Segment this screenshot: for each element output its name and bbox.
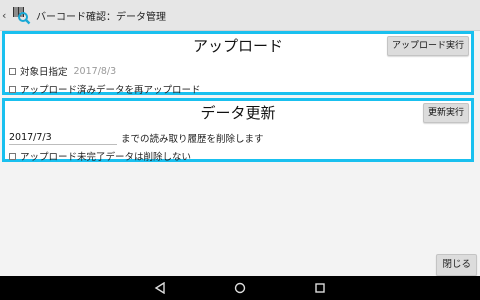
delete-history-text: までの読み取り履歴を削除します (121, 134, 264, 145)
system-nav-bar (0, 276, 480, 300)
reupload-checkbox[interactable] (9, 85, 16, 93)
chevron-left-icon[interactable]: ‹ (2, 9, 10, 22)
keep-incomplete-label: アップロード未完了データは削除しない (20, 152, 192, 163)
reupload-row: アップロード済みデータを再アップロード (9, 82, 201, 96)
target-date-checkbox[interactable] (9, 67, 16, 75)
keep-incomplete-checkbox[interactable] (9, 152, 16, 160)
square-recent-icon[interactable] (280, 276, 360, 300)
app-title: バーコード確認：データ管理 (36, 11, 166, 23)
update-execute-button[interactable]: 更新実行 (422, 103, 469, 123)
reupload-label: アップロード済みデータを再アップロード (20, 85, 201, 96)
title-bar: ‹ バーコード確認：データ管理 (0, 0, 480, 31)
target-date-input[interactable]: 2017/8/3 (74, 66, 117, 77)
circle-home-icon[interactable] (200, 276, 280, 300)
update-panel: データ更新 更新実行 2017/7/3 までの読み取り履歴を削除します アップロ… (2, 98, 474, 163)
target-date-row: 対象日指定 2017/8/3 (9, 64, 116, 78)
target-date-label: 対象日指定 (20, 67, 68, 78)
barcode-search-icon[interactable] (11, 5, 31, 25)
upload-panel: アップロード アップロード実行 対象日指定 2017/8/3 アップロード済みデ… (2, 31, 474, 96)
upload-execute-button[interactable]: アップロード実行 (386, 36, 469, 56)
triangle-back-icon[interactable] (120, 276, 200, 300)
update-panel-title: データ更新 (200, 104, 276, 122)
keep-incomplete-row: アップロード未完了データは削除しない (9, 149, 191, 163)
delete-history-row: 2017/7/3 までの読み取り履歴を削除します (9, 131, 264, 145)
close-button[interactable]: 閉じる (436, 254, 477, 276)
delete-date-input[interactable]: 2017/7/3 (9, 132, 117, 145)
